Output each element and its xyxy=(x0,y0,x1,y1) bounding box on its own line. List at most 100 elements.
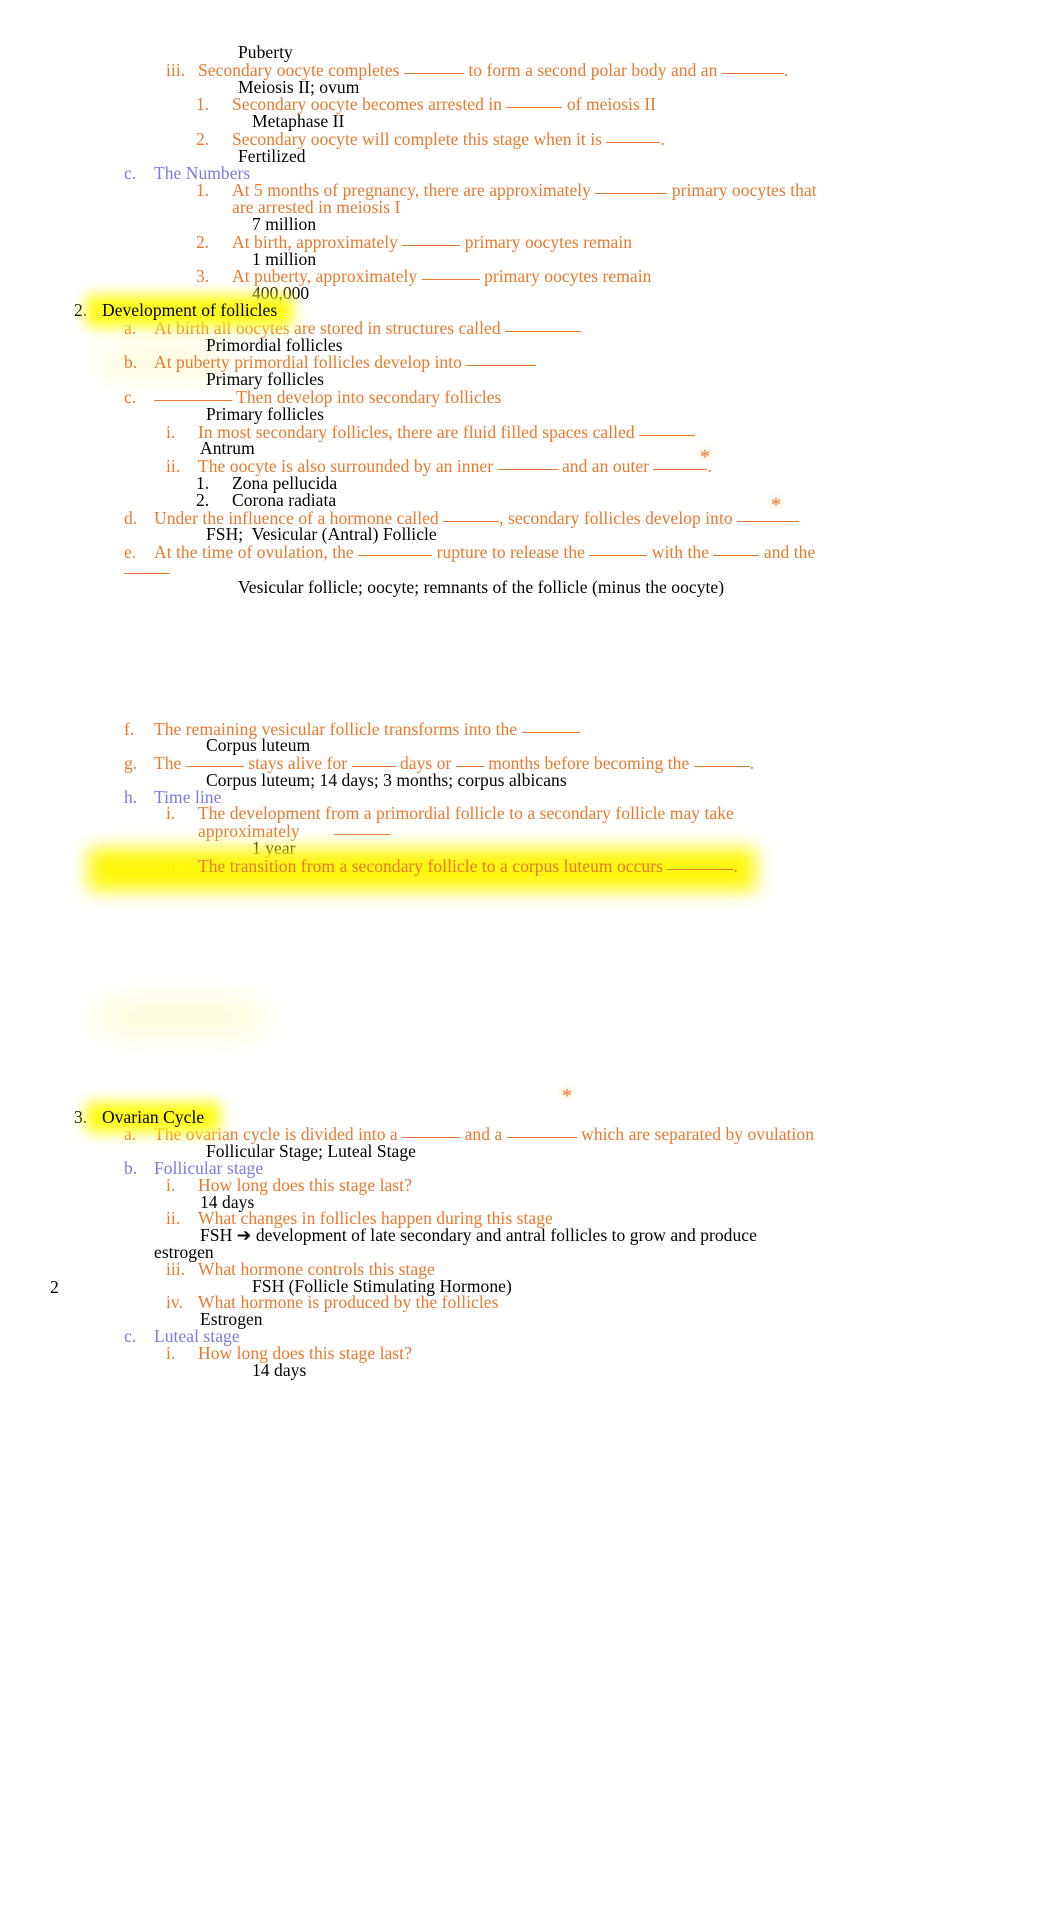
list-marker: i. xyxy=(166,1342,176,1363)
outline-item: i. How long does this stage last? xyxy=(0,1174,1062,1195)
outline-item-continuation: approximately xyxy=(0,822,1062,840)
list-marker: e. xyxy=(124,542,137,563)
fill-blank xyxy=(667,857,734,870)
list-marker: ii. xyxy=(166,456,181,477)
list-marker: 2. xyxy=(196,489,210,510)
outline-item: i. The development from a primordial foll… xyxy=(0,805,1062,823)
outline-subheading: c. Luteal stage xyxy=(0,1326,1062,1347)
list-marker: 1. xyxy=(196,180,210,201)
answer-line: 14 days xyxy=(252,1359,307,1380)
page-number: 2 xyxy=(50,1277,59,1297)
outline-item: 2. Corona radiata xyxy=(0,489,1062,510)
vertical-gap xyxy=(0,999,1062,1109)
fill-blank xyxy=(606,130,661,143)
vertical-gap xyxy=(0,875,1062,999)
vertical-gap xyxy=(0,596,1062,720)
question-text: . xyxy=(783,59,789,80)
outline-body: Puberty iii. Secondary oocyte completes t… xyxy=(0,43,1062,1380)
fill-blank xyxy=(713,543,760,557)
fill-blank xyxy=(333,822,390,836)
outline-item-highlighted: ii. The transition from a secondary folli… xyxy=(0,857,1062,875)
answer-line: Meiosis II; ovum xyxy=(238,76,360,97)
answer-line: 7 million xyxy=(252,213,317,234)
list-marker: f. xyxy=(124,718,135,739)
document-page: * * * Puberty iii. Secondary oocyte compl… xyxy=(0,0,1062,1916)
outline-item: d. Under the influence of a hormone calle… xyxy=(0,509,1062,527)
question-text: rupture to release the xyxy=(432,542,590,563)
question-text: with the xyxy=(647,542,714,563)
fill-blank xyxy=(737,509,800,522)
list-marker: iii. xyxy=(166,59,186,80)
list-marker: g. xyxy=(124,753,138,774)
question-text: and the xyxy=(759,542,816,563)
list-marker: c. xyxy=(124,386,137,407)
outline-item: i. In most secondary follicles, there are… xyxy=(0,423,1062,441)
question-text: primary oocytes remain xyxy=(460,231,633,252)
fill-blank xyxy=(402,1125,461,1139)
fill-blank xyxy=(185,754,244,768)
question-text: . xyxy=(733,855,738,876)
fill-blank xyxy=(505,319,582,332)
answer-line: Primordial follicles xyxy=(206,334,343,355)
list-marker: 2. xyxy=(196,128,210,149)
section-heading-3: 3. Ovarian Cycle xyxy=(0,1106,1062,1127)
section-title-highlighted: Ovarian Cycle xyxy=(102,1106,205,1127)
list-marker: b. xyxy=(124,1158,138,1179)
list-marker: iii. xyxy=(166,1258,186,1279)
list-marker: d. xyxy=(124,507,138,528)
question-text: . xyxy=(707,456,712,477)
question-text: The transition from a secondary follicle… xyxy=(198,855,668,876)
question-text: . xyxy=(660,128,665,149)
outline-item: iii. Secondary oocyte completes to form a… xyxy=(0,61,1062,79)
question-text: and an outer xyxy=(557,456,654,477)
fill-blank xyxy=(403,61,464,74)
list-marker: h. xyxy=(124,786,138,807)
list-marker: iv. xyxy=(166,1292,184,1313)
fill-blank xyxy=(124,561,170,574)
outline-item: 3. At puberty, approximately primary oocy… xyxy=(0,267,1062,286)
fill-blank xyxy=(506,1125,577,1139)
outline-item: iv. What hormone is produced by the folli… xyxy=(0,1292,1062,1313)
answer-line-continuation: estrogen xyxy=(154,1242,214,1263)
answer-line: Metaphase II xyxy=(252,111,345,132)
fill-blank xyxy=(653,457,708,471)
fill-blank xyxy=(443,509,500,522)
fill-blank xyxy=(402,233,461,246)
answer-line: Corpus luteum xyxy=(206,735,311,756)
outline-item: b. At puberty primordial follicles develo… xyxy=(0,353,1062,371)
fill-blank xyxy=(455,754,484,768)
outline-item: c. Then develop into secondary follicles xyxy=(0,388,1062,406)
question-text: and a xyxy=(460,1124,507,1145)
outline-item: e. At the time of ovulation, the rupture … xyxy=(0,543,1062,561)
list-marker: ii. xyxy=(166,1208,181,1229)
fill-blank xyxy=(358,543,433,557)
outline-item-continuation: are arrested in meiosis I xyxy=(0,198,1062,216)
list-marker: c. xyxy=(124,1326,137,1347)
question-text: which are separated by ovulation xyxy=(576,1124,815,1145)
fill-blank xyxy=(521,720,580,733)
section-heading-2: 2. Development of follicles xyxy=(0,299,1062,320)
question-text: , secondary follicles develop into xyxy=(499,507,738,528)
section-title-highlighted: Development of follicles xyxy=(102,299,278,320)
question-text: primary oocytes that xyxy=(667,180,817,201)
answer-line: Primary follicles xyxy=(206,403,324,424)
question-text: The xyxy=(154,753,186,774)
answer-line: FSH; Vesicular (Antral) Follicle xyxy=(206,524,437,545)
question-text: At the time of ovulation, the xyxy=(154,542,359,563)
answer-line: Vesicular follicle; oocyte; remnants of … xyxy=(238,576,725,597)
question-text: to form a second polar body and an xyxy=(463,59,722,80)
list-marker: 2. xyxy=(196,231,210,252)
answer-line: Antrum xyxy=(200,438,255,459)
outline-subheading: b. Follicular stage xyxy=(0,1158,1062,1179)
highlighted-question: The transition from a secondary follicle… xyxy=(198,857,738,875)
fill-blank xyxy=(497,457,558,471)
outline-item: f. The remaining vesicular follicle trans… xyxy=(0,720,1062,738)
outline-item: 2. At birth, approximately primary oocyte… xyxy=(0,233,1062,251)
list-marker: i. xyxy=(166,1174,176,1195)
fill-blank xyxy=(639,423,696,436)
answer-line: Primary follicles xyxy=(206,369,324,390)
outline-item: 1. Secondary oocyte becomes arrested in o… xyxy=(0,95,1062,114)
fill-blank xyxy=(589,543,648,557)
fill-blank xyxy=(351,754,396,768)
outline-item: 2. Secondary oocyte will complete this st… xyxy=(0,130,1062,148)
